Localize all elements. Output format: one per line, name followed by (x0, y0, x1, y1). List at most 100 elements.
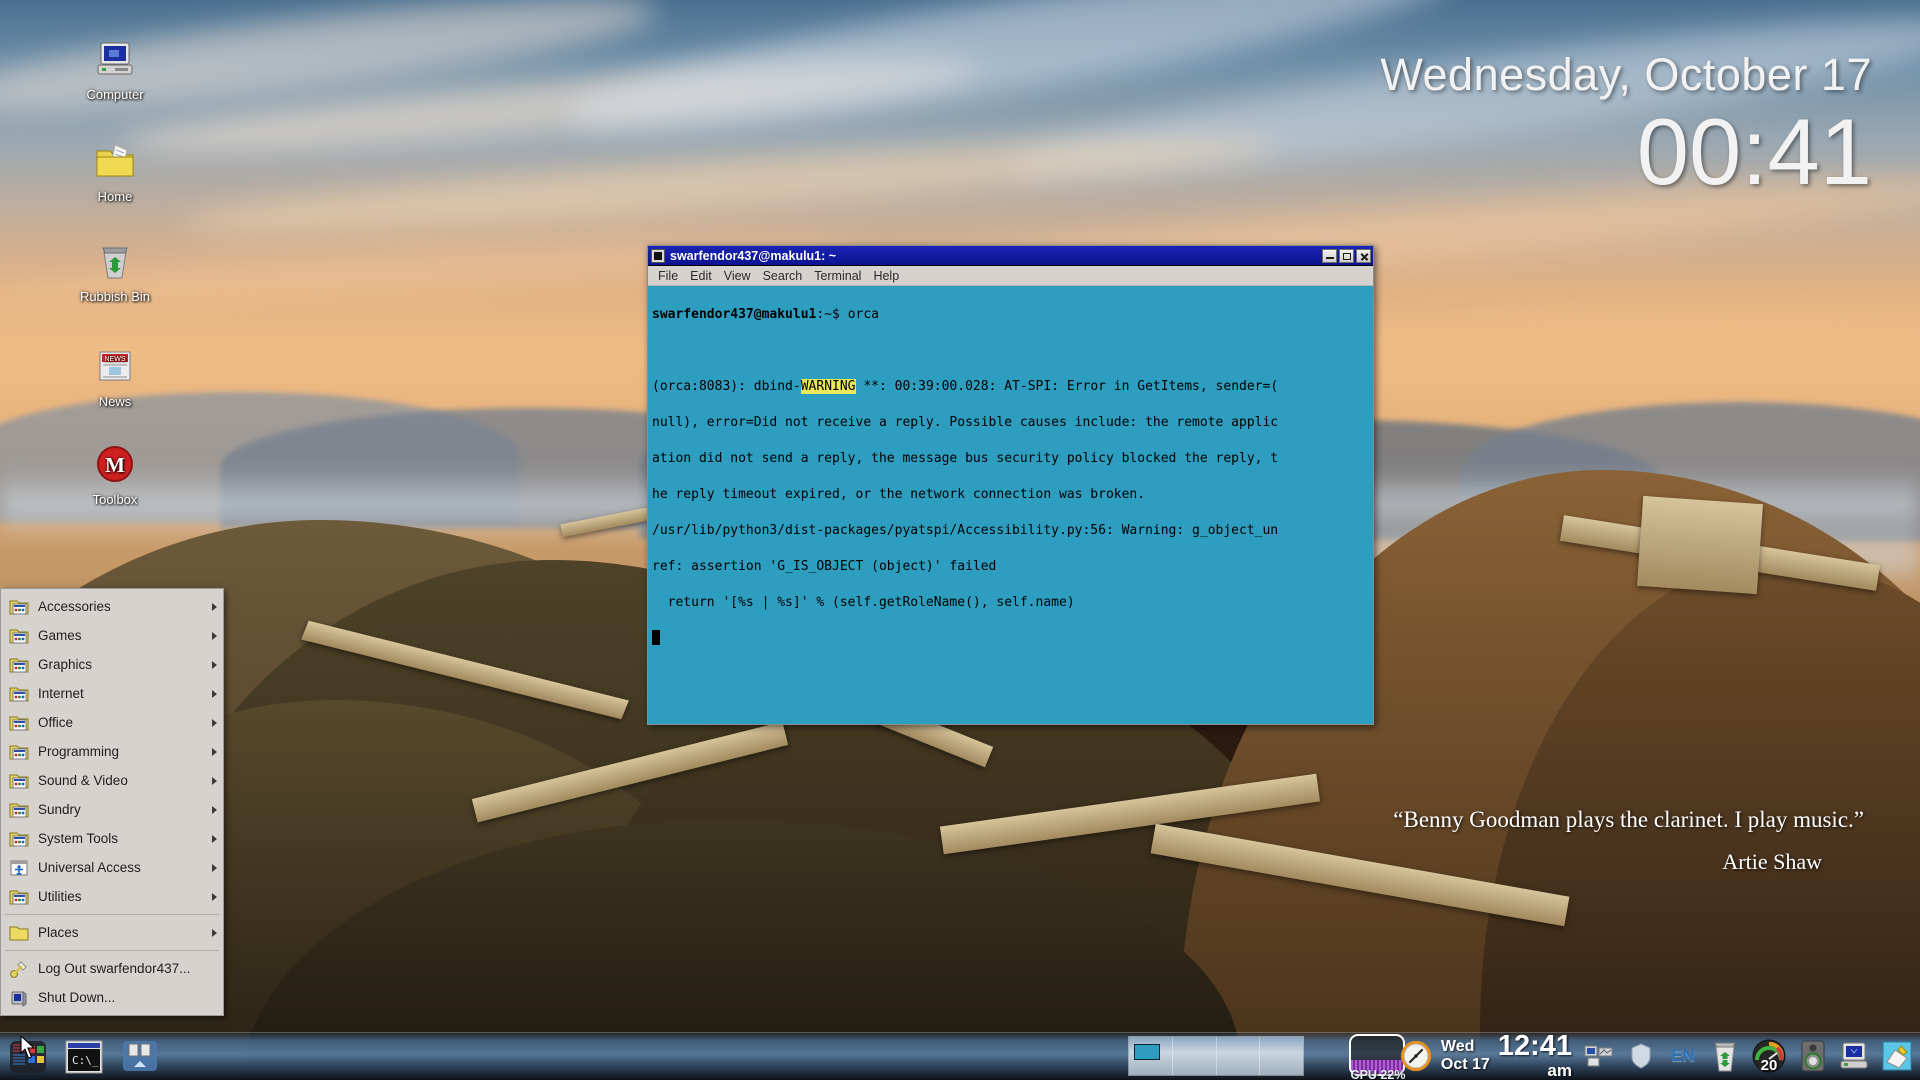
terminal-cursor (652, 630, 660, 645)
desktop-icon-toolbox[interactable]: M Toolbox (65, 443, 165, 507)
accessibility-icon (9, 858, 29, 878)
terminal-output-line: /usr/lib/python3/dist-packages/pyatspi/A… (652, 522, 1369, 540)
taskbar-time-block: 12:41 am (1498, 1031, 1572, 1080)
menu-item-sundry[interactable]: Sundry (1, 795, 223, 824)
menu-item-universal-access[interactable]: Universal Access (1, 853, 223, 882)
menu-separator (5, 950, 219, 951)
workspace-4[interactable] (1260, 1037, 1303, 1075)
taskbar-time: 12:41 (1498, 1031, 1572, 1061)
menu-search[interactable]: Search (763, 269, 803, 283)
workspace-1[interactable] (1129, 1037, 1173, 1075)
menu-help[interactable]: Help (873, 269, 899, 283)
menu-item-label: Universal Access (38, 860, 203, 875)
start-menu-panel[interactable]: Accessories Games Graphics Internet Offi… (0, 588, 224, 1016)
menu-item-shut-down[interactable]: Shut Down... (1, 983, 223, 1012)
menu-item-label: Sound & Video (38, 773, 203, 788)
show-desktop-launcher[interactable] (112, 1034, 168, 1080)
shell-command: orca (848, 307, 879, 322)
menu-item-label: Log Out swarfendor437... (38, 961, 217, 976)
terminal-output-area[interactable]: swarfendor437@makulu1:~$ orca (orca:8083… (648, 286, 1373, 724)
network-icon[interactable] (1582, 1038, 1616, 1074)
volume-icon[interactable] (1796, 1038, 1830, 1074)
trash-icon[interactable] (1708, 1038, 1742, 1074)
conky-clock-widget: Wednesday, October 17 00:41 (1380, 48, 1872, 200)
folder-apps-icon (9, 713, 29, 733)
menu-view[interactable]: View (724, 269, 751, 283)
line-text-cont: **: 00:39:00.028: AT-SPI: Error in GetIt… (856, 379, 1279, 394)
speedometer-value: 20 (1750, 1057, 1788, 1074)
desktop-icon-news[interactable]: NEWS News (65, 345, 165, 409)
submenu-arrow-icon (212, 661, 217, 669)
menu-item-label: Internet (38, 686, 203, 701)
workspace-pager[interactable] (1128, 1036, 1304, 1076)
desktop-icon-rubbish-bin[interactable]: Rubbish Bin (65, 240, 165, 304)
terminal-window-icon (651, 249, 665, 263)
terminal-titlebar[interactable]: swarfendor437@makulu1: ~ (648, 246, 1373, 266)
menu-edit[interactable]: Edit (690, 269, 712, 283)
submenu-arrow-icon (212, 929, 217, 937)
folder-apps-icon (9, 742, 29, 762)
menu-item-graphics[interactable]: Graphics (1, 650, 223, 679)
menu-separator (5, 914, 219, 915)
terminal-window[interactable]: swarfendor437@makulu1: ~ File Edit View … (647, 245, 1374, 725)
display-settings-icon[interactable] (1838, 1038, 1872, 1074)
workspace-2[interactable] (1173, 1037, 1217, 1075)
menu-item-games[interactable]: Games (1, 621, 223, 650)
terminal-launcher[interactable]: C:\_ (56, 1034, 112, 1080)
menu-item-log-out[interactable]: Log Out swarfendor437... (1, 954, 223, 983)
menu-item-label: Games (38, 628, 203, 643)
desktop-icon-home[interactable]: Home (65, 140, 165, 204)
taskbar-date: Wed Oct 17 (1441, 1038, 1490, 1074)
keyboard-layout-label: EN (1671, 1046, 1695, 1066)
mouse-cursor (20, 1035, 38, 1066)
key-icon (9, 959, 29, 979)
shell-prompt-user: swarfendor437@makulu1 (652, 307, 816, 322)
folder-icon (9, 923, 29, 943)
submenu-arrow-icon (212, 603, 217, 611)
menu-item-system-tools[interactable]: System Tools (1, 824, 223, 853)
conky-date: Wednesday, October 17 (1380, 48, 1872, 102)
minimize-button[interactable] (1322, 249, 1337, 263)
workspace-3[interactable] (1217, 1037, 1261, 1075)
menu-item-programming[interactable]: Programming (1, 737, 223, 766)
submenu-arrow-icon (212, 632, 217, 640)
menu-item-sound-video[interactable]: Sound & Video (1, 766, 223, 795)
terminal-menubar[interactable]: File Edit View Search Terminal Help (648, 266, 1373, 286)
folder-apps-icon (9, 887, 29, 907)
warning-token: WARNING (801, 379, 856, 394)
terminal-output-line: he reply timeout expired, or the network… (652, 486, 1369, 504)
menu-item-accessories[interactable]: Accessories (1, 592, 223, 621)
submenu-arrow-icon (212, 806, 217, 814)
close-button[interactable] (1356, 249, 1371, 263)
menu-terminal[interactable]: Terminal (814, 269, 861, 283)
taskbar-ampm: am (1498, 1061, 1572, 1080)
folder-apps-icon (9, 655, 29, 675)
menu-item-places[interactable]: Places (1, 918, 223, 947)
line-text: (orca:8083): dbind- (652, 379, 801, 394)
menu-item-office[interactable]: Office (1, 708, 223, 737)
terminal-output-line: (orca:8083): dbind-WARNING **: 00:39:00.… (652, 378, 1369, 396)
menu-file[interactable]: File (658, 269, 678, 283)
quote-author: Artie Shaw (1393, 847, 1822, 877)
submenu-arrow-icon (212, 690, 217, 698)
terminal-output-line: ref: assertion 'G_IS_OBJECT (object)' fa… (652, 558, 1369, 576)
show-desktop-icon (120, 1039, 160, 1075)
clock-compass-icon[interactable] (1399, 1038, 1433, 1074)
toolbox-icon: M (65, 443, 165, 489)
maximize-button[interactable] (1339, 249, 1354, 263)
taskbar-clock[interactable]: Wed Oct 17 12:41 am (1441, 1031, 1572, 1080)
taskbar-month-day: Oct 17 (1441, 1056, 1490, 1074)
conky-quote-widget: “Benny Goodman plays the clarinet. I pla… (1393, 805, 1864, 877)
menu-item-label: System Tools (38, 831, 203, 846)
shield-icon[interactable] (1624, 1038, 1658, 1074)
desktop-icon-computer[interactable]: Computer (65, 38, 165, 102)
system-tray[interactable]: Wed Oct 17 12:41 am EN (1399, 1032, 1914, 1080)
keyboard-layout-indicator[interactable]: EN (1666, 1038, 1700, 1074)
terminal-title: swarfendor437@makulu1: ~ (670, 249, 1320, 263)
taskbar[interactable]: C:\_ CPU 22% (0, 1032, 1920, 1080)
speedometer-icon[interactable]: 20 (1750, 1038, 1788, 1074)
menu-item-internet[interactable]: Internet (1, 679, 223, 708)
screenshot-tool-icon[interactable] (1880, 1038, 1914, 1074)
menu-item-utilities[interactable]: Utilities (1, 882, 223, 911)
taskbar-day: Wed (1441, 1038, 1490, 1056)
